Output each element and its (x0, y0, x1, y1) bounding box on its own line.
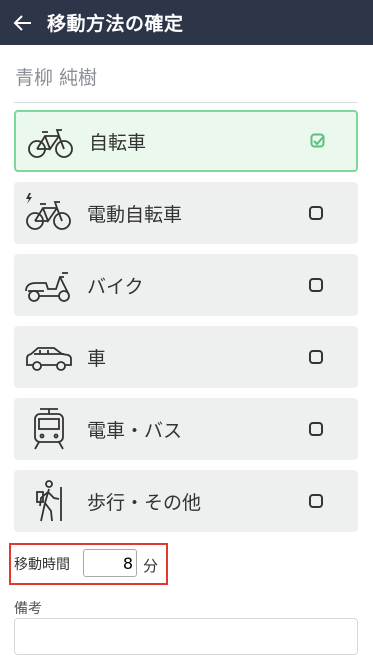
checkbox-icon (309, 278, 323, 292)
memo-field[interactable] (14, 618, 358, 655)
walking-icon (36, 480, 62, 522)
travel-time-label: 移動時間 (14, 557, 70, 573)
option-label: 車 (87, 347, 107, 370)
option-walking[interactable]: 歩行・その他 (14, 470, 358, 532)
page-title: 移動方法の確定 (47, 13, 184, 35)
option-scooter[interactable]: バイク (14, 254, 358, 316)
electric-bicycle-icon (26, 193, 71, 230)
option-label: 電動自転車 (87, 203, 183, 226)
divider (14, 102, 358, 103)
checkbox-icon (309, 206, 323, 220)
option-label: 自転車 (89, 131, 147, 154)
option-bicycle[interactable]: 自転車 (14, 110, 358, 172)
checked-icon (310, 133, 325, 148)
train-icon (34, 408, 64, 450)
travel-time-unit: 分 (143, 557, 159, 575)
checkbox-icon (309, 350, 323, 364)
option-label: 電車・バス (87, 419, 183, 442)
scooter-icon (25, 272, 70, 302)
arrow-left-icon[interactable] (13, 13, 33, 33)
option-label: 歩行・その他 (87, 491, 202, 514)
option-label: バイク (87, 275, 144, 298)
user-name: 青柳 純樹 (15, 67, 98, 89)
memo-label: 備考 (14, 601, 42, 617)
option-train[interactable]: 電車・バス (14, 398, 358, 460)
bicycle-icon (28, 129, 73, 158)
app-header: 移動方法の確定 (0, 0, 373, 45)
travel-time-input[interactable] (83, 549, 137, 577)
car-icon (26, 347, 72, 371)
checkbox-icon (309, 494, 323, 508)
option-car[interactable]: 車 (14, 326, 358, 388)
option-electric-bicycle[interactable]: 電動自転車 (14, 182, 358, 244)
checkbox-icon (309, 422, 323, 436)
